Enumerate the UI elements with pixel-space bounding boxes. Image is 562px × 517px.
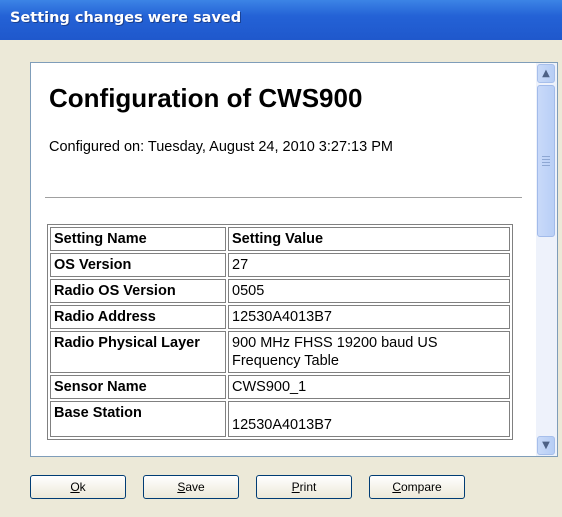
- scrollbar-thumb[interactable]: [537, 85, 555, 237]
- vertical-scrollbar[interactable]: ▲ ▼: [536, 63, 557, 456]
- ok-button[interactable]: Ok: [30, 475, 126, 499]
- thumb-grip: [542, 162, 550, 163]
- divider: [45, 197, 522, 198]
- compare-button[interactable]: Compare: [369, 475, 465, 499]
- compare-label: ompare: [400, 480, 442, 494]
- title-bar: Setting changes were saved: [0, 0, 562, 40]
- chevron-up-icon[interactable]: ▲: [537, 64, 555, 83]
- setting-name-cell: Radio Physical Layer: [50, 331, 226, 373]
- print-label: rint: [299, 480, 317, 494]
- setting-name-cell: Sensor Name: [50, 375, 226, 399]
- setting-value-cell: 12530A4013B7: [228, 305, 510, 329]
- setting-value-cell: 900 MHz FHSS 19200 baud US Frequency Tab…: [228, 331, 510, 373]
- print-mnemonic: P: [291, 480, 300, 494]
- setting-name-cell: OS Version: [50, 253, 226, 277]
- report-document: Configuration of CWS900 Configured on: T…: [31, 63, 536, 456]
- compare-mnemonic: C: [392, 480, 401, 494]
- table-row: Base Station 12530A4013B7: [50, 401, 510, 437]
- table-row: OS Version 27: [50, 253, 510, 277]
- table-row: Radio Address 12530A4013B7: [50, 305, 510, 329]
- setting-name-cell: Radio OS Version: [50, 279, 226, 303]
- settings-table: Setting Name Setting Value OS Version 27…: [47, 224, 513, 440]
- setting-name-cell: Radio Address: [50, 305, 226, 329]
- column-header-setting-value: Setting Value: [228, 227, 510, 251]
- window-title: Setting changes were saved: [10, 10, 242, 26]
- report-viewer[interactable]: Configuration of CWS900 Configured on: T…: [30, 62, 558, 457]
- configured-on-text: Configured on: Tuesday, August 24, 2010 …: [49, 139, 393, 155]
- page-title: Configuration of CWS900: [49, 83, 363, 113]
- ok-label: k: [79, 480, 86, 494]
- setting-value-cell: 0505: [228, 279, 510, 303]
- print-button[interactable]: Print: [256, 475, 352, 499]
- table-header-row: Setting Name Setting Value: [50, 227, 510, 251]
- thumb-grip: [542, 165, 550, 166]
- ok-mnemonic: O: [70, 480, 80, 494]
- save-button[interactable]: Save: [143, 475, 239, 499]
- thumb-grip: [542, 159, 550, 160]
- thumb-grip: [542, 156, 550, 157]
- dialog-body: Configuration of CWS900 Configured on: T…: [0, 40, 562, 517]
- setting-value-cell: 27: [228, 253, 510, 277]
- setting-name-cell: Base Station: [50, 401, 226, 437]
- column-header-setting-name: Setting Name: [50, 227, 226, 251]
- setting-value-cell: CWS900_1: [228, 375, 510, 399]
- table-row: Radio OS Version 0505: [50, 279, 510, 303]
- setting-value-cell: 12530A4013B7: [228, 401, 510, 437]
- table-row: Sensor Name CWS900_1: [50, 375, 510, 399]
- table-row: Radio Physical Layer 900 MHz FHSS 19200 …: [50, 331, 510, 373]
- save-label: ave: [185, 480, 205, 494]
- chevron-down-icon[interactable]: ▼: [537, 436, 555, 455]
